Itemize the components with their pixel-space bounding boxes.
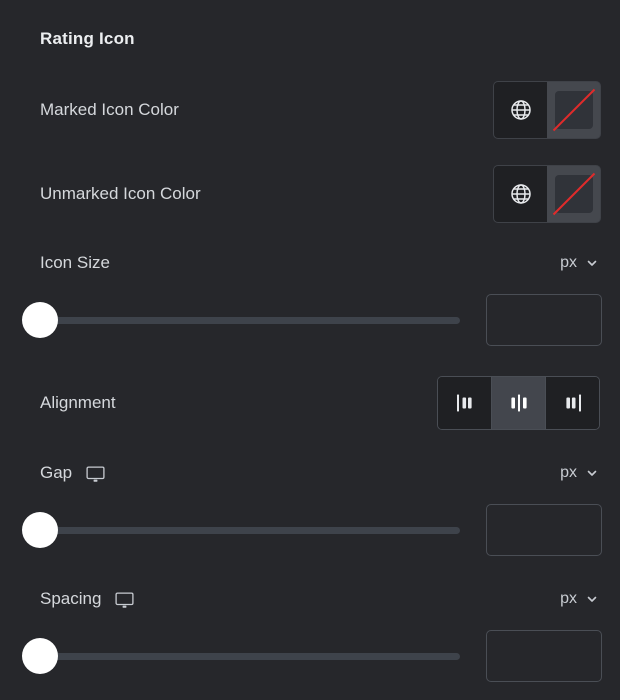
alignment-option-align-right[interactable] xyxy=(546,377,599,429)
spacing-unit-select[interactable]: px xyxy=(560,590,600,608)
alignment-button-group xyxy=(437,376,600,430)
align-right-icon xyxy=(565,394,581,412)
row-alignment: Alignment xyxy=(40,376,600,430)
gap-slider[interactable] xyxy=(20,510,460,550)
marked-icon-color-swatch[interactable] xyxy=(547,82,600,138)
chevron-down-icon xyxy=(587,260,597,266)
globe-icon[interactable] xyxy=(494,166,547,222)
alignment-option-align-center[interactable] xyxy=(492,377,546,429)
spacing-input[interactable] xyxy=(486,630,602,682)
icon-size-unit-value: px xyxy=(560,254,577,271)
unmarked-icon-color-swatch[interactable] xyxy=(547,166,600,222)
spacing-unit-value: px xyxy=(560,590,577,607)
slider-thumb[interactable] xyxy=(22,638,58,674)
gap-unit-select[interactable]: px xyxy=(560,464,600,482)
icon-size-input[interactable] xyxy=(486,294,602,346)
slider-track[interactable] xyxy=(40,652,460,660)
gap-label-group: Gap xyxy=(40,463,105,483)
row-icon-size: Icon Size px xyxy=(40,250,600,276)
gap-label: Gap xyxy=(40,463,73,482)
marked-icon-color-label: Marked Icon Color xyxy=(40,100,179,119)
page-title: Rating Icon xyxy=(40,29,135,48)
align-left-icon xyxy=(456,394,472,412)
slider-thumb[interactable] xyxy=(22,512,58,548)
icon-size-label: Icon Size xyxy=(40,253,110,272)
desktop-icon[interactable] xyxy=(115,591,134,609)
icon-size-unit-select[interactable]: px xyxy=(560,254,600,272)
desktop-icon[interactable] xyxy=(86,465,105,483)
spacing-label-group: Spacing xyxy=(40,589,134,609)
gap-unit-value: px xyxy=(560,464,577,481)
row-gap: Gap px xyxy=(40,460,600,486)
unmarked-icon-color-picker[interactable] xyxy=(494,166,600,222)
alignment-label: Alignment xyxy=(40,393,116,412)
gap-input[interactable] xyxy=(486,504,602,556)
spacing-slider-row xyxy=(20,630,602,682)
slider-track[interactable] xyxy=(40,526,460,534)
alignment-option-align-left[interactable] xyxy=(438,377,492,429)
chevron-down-icon xyxy=(587,470,597,476)
unmarked-icon-color-label: Unmarked Icon Color xyxy=(40,184,201,203)
globe-icon[interactable] xyxy=(494,82,547,138)
spacing-slider[interactable] xyxy=(20,636,460,676)
slider-thumb[interactable] xyxy=(22,302,58,338)
marked-icon-color-picker[interactable] xyxy=(494,82,600,138)
align-center-icon xyxy=(510,394,527,412)
chevron-down-icon xyxy=(587,596,597,602)
icon-size-slider[interactable] xyxy=(20,300,460,340)
row-unmarked-icon-color: Unmarked Icon Color xyxy=(40,166,600,222)
row-marked-icon-color: Marked Icon Color xyxy=(40,82,600,138)
row-spacing: Spacing px xyxy=(40,586,600,612)
icon-size-slider-row xyxy=(20,294,602,346)
gap-slider-row xyxy=(20,504,602,556)
rating-icon-settings-panel: Rating Icon Marked Icon Color Unmarked I… xyxy=(0,0,620,700)
spacing-label: Spacing xyxy=(40,589,102,608)
slider-track[interactable] xyxy=(40,316,460,324)
